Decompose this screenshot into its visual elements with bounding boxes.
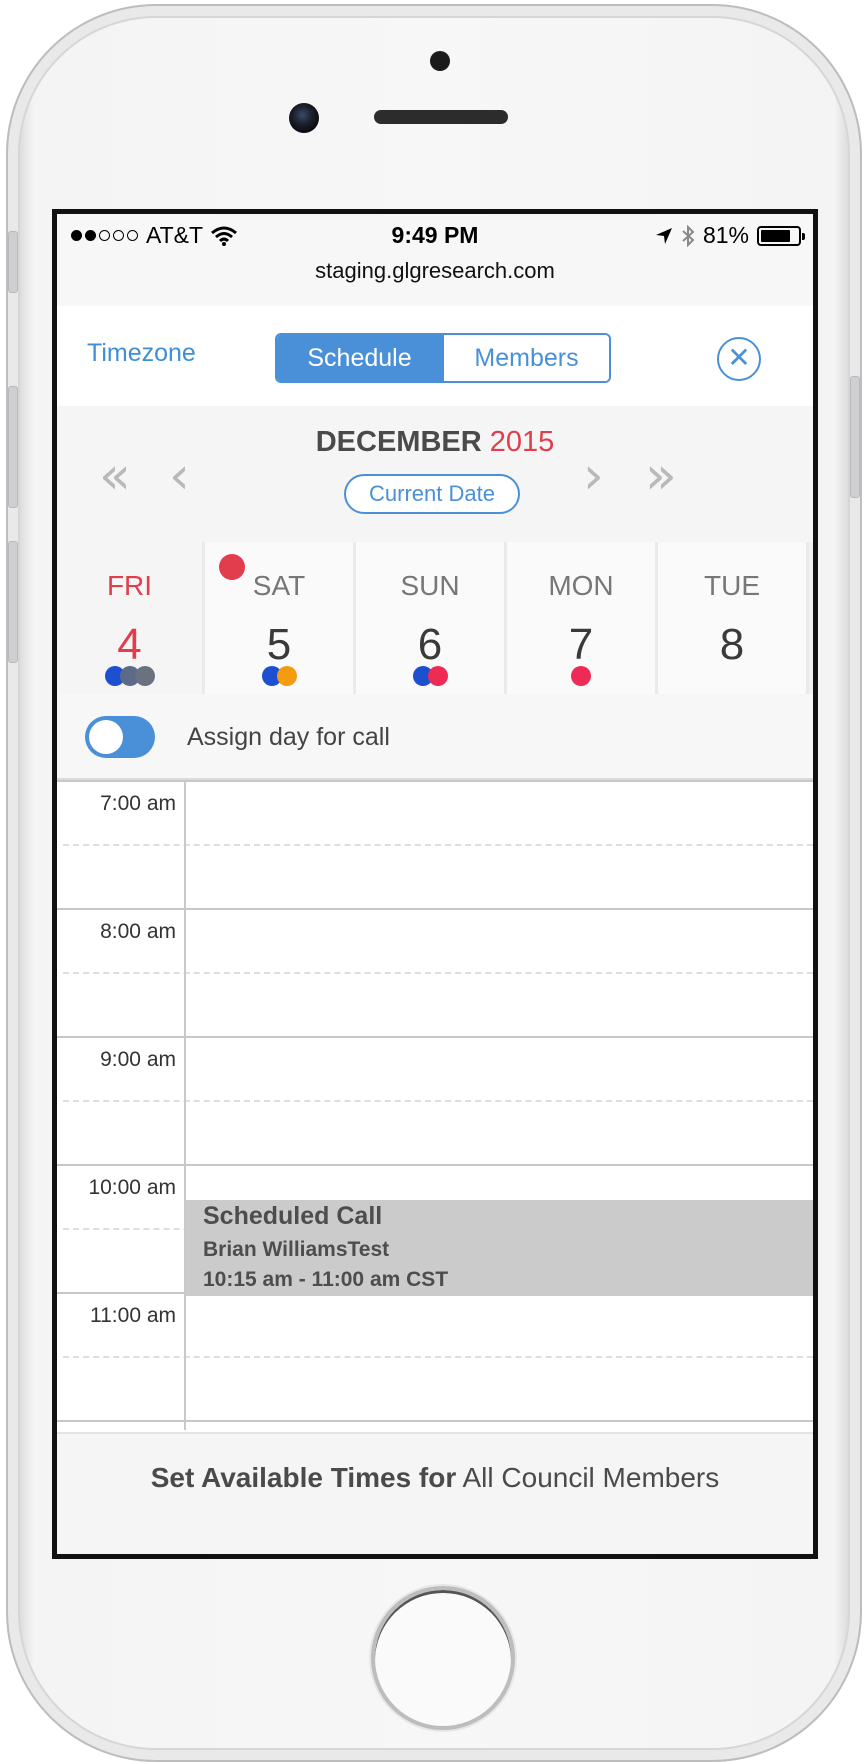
home-button[interactable] bbox=[371, 1586, 515, 1730]
event-dots bbox=[507, 666, 655, 686]
top-nav: Timezone Schedule Members ✕ bbox=[57, 306, 813, 408]
event-title: Scheduled Call bbox=[203, 1202, 383, 1230]
location-arrow-icon bbox=[655, 227, 672, 244]
day-date: 4 bbox=[117, 620, 142, 669]
hour-row[interactable]: 9:00 am bbox=[57, 1036, 813, 1164]
front-camera bbox=[289, 103, 319, 133]
event-dots bbox=[57, 666, 202, 686]
month-name: DECEMBER bbox=[315, 426, 482, 458]
earpiece-speaker bbox=[374, 110, 508, 124]
hour-label: 9:00 am bbox=[100, 1048, 176, 1071]
time-grid[interactable]: 7:00 am 8:00 am 9:00 am 10:00 am 11:00 am Sc… bbox=[57, 780, 813, 1430]
day-cell-sat[interactable]: SAT 5 bbox=[205, 542, 356, 694]
hour-row[interactable]: 7:00 am bbox=[57, 780, 813, 908]
close-icon[interactable]: ✕ bbox=[717, 337, 761, 381]
day-date: 5 bbox=[266, 620, 292, 669]
volume-up-button bbox=[8, 386, 18, 508]
hour-label: 11:00 am bbox=[90, 1304, 176, 1327]
day-cell-tue[interactable]: TUE 8 bbox=[658, 542, 809, 694]
event-dot bbox=[276, 666, 297, 686]
bluetooth-icon bbox=[682, 224, 695, 247]
hour-divider bbox=[57, 1036, 813, 1038]
prev-day-icon[interactable]: ‹ bbox=[169, 446, 190, 506]
event-dots bbox=[356, 666, 504, 686]
prev-week-icon[interactable]: « bbox=[99, 446, 131, 506]
power-button bbox=[850, 376, 860, 498]
assign-day-row: Assign day for call bbox=[57, 694, 813, 780]
day-date: 6 bbox=[417, 620, 443, 669]
day-name: MON bbox=[548, 570, 614, 601]
half-hour-divider bbox=[63, 1356, 813, 1358]
next-week-icon[interactable]: » bbox=[645, 446, 677, 506]
event-dot bbox=[571, 666, 591, 686]
scheduled-call-event[interactable]: Scheduled Call Brian WilliamsTest 10:15 … bbox=[186, 1200, 813, 1296]
day-name: SAT bbox=[252, 570, 306, 601]
set-available-times-button[interactable]: Set Available Times for All Council Memb… bbox=[57, 1432, 813, 1554]
half-hour-divider bbox=[63, 972, 813, 974]
hour-divider bbox=[57, 908, 813, 910]
hour-divider bbox=[57, 1420, 813, 1422]
next-day-icon[interactable]: › bbox=[583, 446, 604, 506]
event-dots bbox=[205, 666, 353, 686]
hour-row[interactable]: 11:00 am bbox=[57, 1292, 813, 1420]
hour-label: 8:00 am bbox=[100, 920, 176, 943]
month-header: DECEMBER 2015 « ‹ › » Current Date bbox=[57, 406, 813, 542]
footer-rest-text: All Council Members bbox=[462, 1462, 720, 1493]
screen: AT&T 9:49 PM 81% staging.glgresearch.com… bbox=[52, 209, 818, 1559]
event-time: 10:15 am - 11:00 am CST bbox=[203, 1268, 449, 1291]
hour-divider bbox=[57, 1164, 813, 1166]
footer-bold-text: Set Available Times for bbox=[150, 1462, 457, 1493]
battery-percent: 81% bbox=[702, 222, 749, 248]
half-hour-divider bbox=[63, 1100, 813, 1102]
event-dot bbox=[134, 666, 155, 686]
url-text: staging.glgresearch.com bbox=[315, 258, 555, 283]
day-cell-fri[interactable]: FRI 4 bbox=[57, 542, 205, 694]
mute-switch bbox=[8, 231, 18, 293]
tab-schedule[interactable]: Schedule bbox=[277, 335, 442, 381]
volume-down-button bbox=[8, 541, 18, 663]
year: 2015 bbox=[489, 426, 555, 458]
battery-icon bbox=[757, 225, 805, 246]
half-hour-divider bbox=[63, 844, 813, 846]
assign-day-label: Assign day for call bbox=[187, 723, 390, 751]
day-name: FRI bbox=[106, 570, 153, 601]
hour-divider bbox=[57, 780, 813, 782]
tab-members[interactable]: Members bbox=[442, 335, 609, 381]
timezone-link[interactable]: Timezone bbox=[87, 339, 196, 368]
toggle-knob bbox=[89, 720, 123, 754]
day-cell-sun[interactable]: SUN 6 bbox=[356, 542, 507, 694]
hour-label: 10:00 am bbox=[88, 1176, 176, 1199]
day-name: SUN bbox=[400, 570, 460, 601]
url-bar[interactable]: staging.glgresearch.com bbox=[57, 254, 813, 307]
time-gutter-divider bbox=[184, 780, 186, 1430]
hour-label: 7:00 am bbox=[100, 792, 176, 815]
footer-text: Set Available Times for All Council Memb… bbox=[57, 1462, 813, 1494]
proximity-sensor bbox=[430, 51, 450, 71]
day-name: TUE bbox=[704, 570, 760, 601]
hour-row[interactable]: 8:00 am bbox=[57, 908, 813, 1036]
event-dot bbox=[427, 666, 448, 686]
day-date: 7 bbox=[568, 620, 594, 669]
day-strip: FRI 4 SAT 5 SUN 6 MON 7 TUE 8 bbox=[57, 542, 813, 696]
day-date: 8 bbox=[719, 620, 745, 669]
assign-day-toggle[interactable] bbox=[85, 716, 155, 758]
day-cell-mon[interactable]: MON 7 bbox=[507, 542, 658, 694]
event-person: Brian WilliamsTest bbox=[203, 1238, 390, 1261]
status-bar: AT&T 9:49 PM 81% bbox=[57, 214, 813, 254]
view-switcher: Schedule Members bbox=[275, 333, 611, 383]
current-date-button[interactable]: Current Date bbox=[344, 474, 520, 514]
